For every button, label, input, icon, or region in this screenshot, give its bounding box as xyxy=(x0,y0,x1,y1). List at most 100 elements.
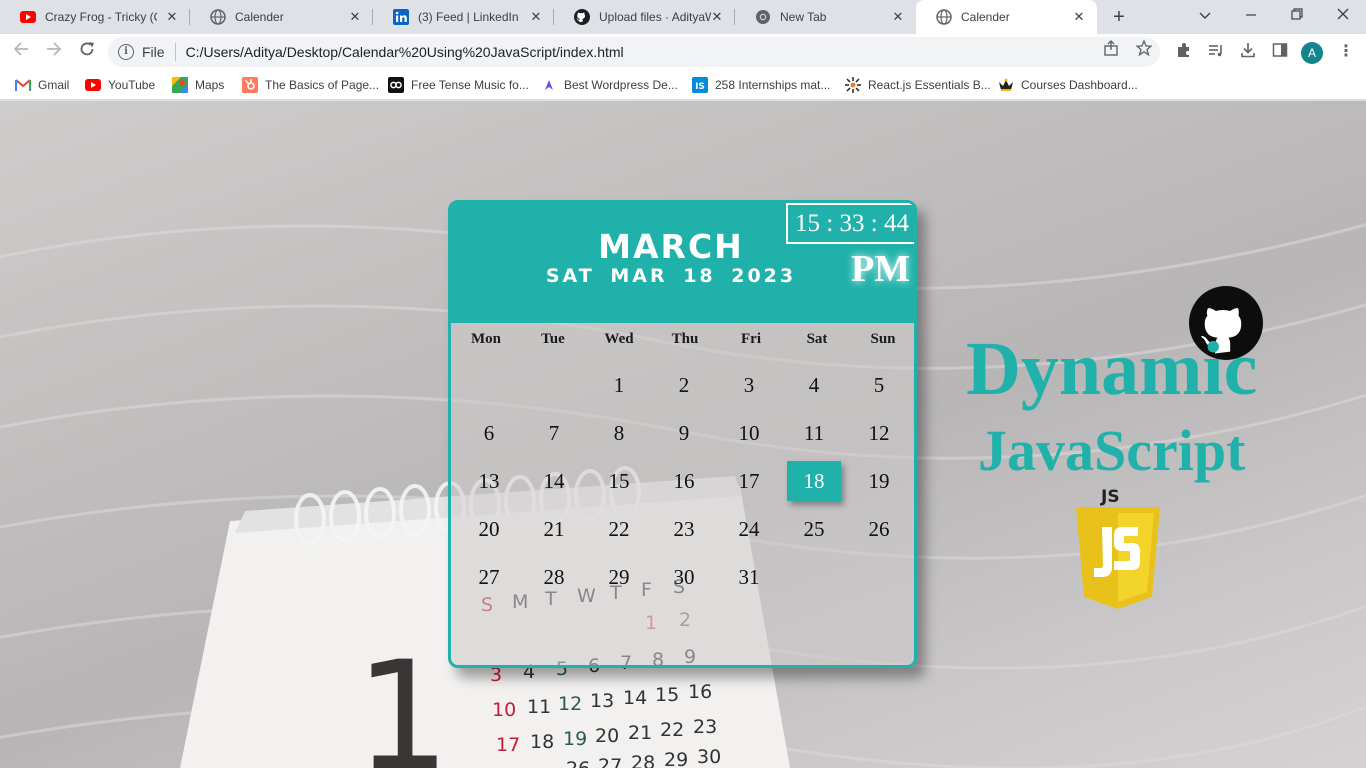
bookmark-wordpress[interactable]: Best Wordpress De... xyxy=(541,76,678,94)
svg-text:11: 11 xyxy=(527,696,551,718)
bookmark-courses-dashboard[interactable]: Courses Dashboard... xyxy=(998,76,1138,94)
tab-calender[interactable]: Calender ✕ xyxy=(190,0,373,34)
bookmarks-bar: Gmail YouTube Maps The Basics of Page...… xyxy=(0,70,1366,100)
svg-text:17: 17 xyxy=(496,734,520,756)
address-bar[interactable]: i File C:/Users/Aditya/Desktop/Calendar%… xyxy=(108,37,1160,67)
bookmark-internships[interactable]: IS 258 Internships mat... xyxy=(692,76,830,94)
tab-crazy-frog[interactable]: Crazy Frog - Tricky (Of ✕ xyxy=(0,0,190,34)
day-cell[interactable]: 28 xyxy=(527,557,581,597)
react-icon xyxy=(845,77,861,93)
day-cell[interactable]: 14 xyxy=(527,461,581,501)
media-control-icon[interactable] xyxy=(1206,42,1226,62)
close-icon[interactable]: ✕ xyxy=(164,9,180,25)
share-icon[interactable] xyxy=(1102,40,1120,58)
internshala-icon: IS xyxy=(692,77,708,93)
github-icon xyxy=(574,9,590,25)
close-window-button[interactable] xyxy=(1320,0,1366,30)
svg-text:26: 26 xyxy=(566,758,590,768)
day-cell[interactable]: 11 xyxy=(787,413,841,453)
day-cell[interactable]: 7 xyxy=(527,413,581,453)
day-cell[interactable]: 26 xyxy=(852,509,906,549)
tab-calender-active[interactable]: Calender ✕ xyxy=(916,0,1097,34)
tab-github-upload[interactable]: Upload files · AdityaW ✕ xyxy=(554,0,735,34)
close-icon[interactable]: ✕ xyxy=(528,9,544,25)
day-cell[interactable]: 23 xyxy=(657,509,711,549)
bookmark-free-tense-music[interactable]: Free Tense Music fo... xyxy=(388,76,529,94)
day-cell[interactable]: 22 xyxy=(592,509,646,549)
restore-icon xyxy=(1291,8,1303,20)
day-cell[interactable]: 24 xyxy=(722,509,776,549)
svg-text:27: 27 xyxy=(598,755,622,768)
tab-search-button[interactable] xyxy=(1182,0,1228,30)
close-icon[interactable]: ✕ xyxy=(1071,9,1087,25)
svg-text:29: 29 xyxy=(664,749,688,768)
day-cell[interactable]: 5 xyxy=(852,365,906,405)
bookmark-label: Maps xyxy=(195,78,225,92)
new-tab-button[interactable]: + xyxy=(1108,6,1130,28)
close-icon xyxy=(1337,8,1349,20)
side-panel-icon[interactable] xyxy=(1270,42,1290,62)
info-icon[interactable]: i xyxy=(118,44,134,60)
restore-button[interactable] xyxy=(1274,0,1320,30)
day-cell[interactable]: 27 xyxy=(462,557,516,597)
arrow-left-icon xyxy=(13,42,28,56)
tab-linkedin[interactable]: (3) Feed | LinkedIn ✕ xyxy=(373,0,554,34)
day-cell[interactable]: 20 xyxy=(462,509,516,549)
day-cell[interactable]: 8 xyxy=(592,413,646,453)
youtube-icon xyxy=(20,9,36,25)
day-cell[interactable]: 19 xyxy=(852,461,906,501)
forward-button[interactable] xyxy=(42,40,66,64)
chrome-icon xyxy=(755,9,771,25)
svg-text:20: 20 xyxy=(595,725,619,747)
bookmark-react-essentials[interactable]: React.js Essentials B... xyxy=(845,76,991,94)
days-grid: 1 2 3 4 5 6 7 8 9 10 11 12 13 14 15 16 17 18 19 20 21 22 23 24 2… xyxy=(451,203,914,665)
close-icon[interactable]: ✕ xyxy=(347,9,363,25)
close-icon[interactable]: ✕ xyxy=(709,9,725,25)
svg-text:16: 16 xyxy=(688,681,712,703)
tab-new-tab[interactable]: New Tab ✕ xyxy=(735,0,916,34)
close-icon[interactable]: ✕ xyxy=(890,9,906,25)
day-cell[interactable]: 31 xyxy=(722,557,776,597)
day-cell[interactable]: 15 xyxy=(592,461,646,501)
svg-text:22: 22 xyxy=(660,719,684,741)
bookmark-label: Free Tense Music fo... xyxy=(411,78,529,92)
tab-title: Calender xyxy=(961,10,1010,24)
day-cell[interactable]: 4 xyxy=(787,365,841,405)
download-icon[interactable] xyxy=(1238,42,1258,62)
day-cell[interactable]: 21 xyxy=(527,509,581,549)
extensions-icon[interactable] xyxy=(1174,42,1194,62)
day-cell[interactable]: 1 xyxy=(592,365,646,405)
wordpress-icon xyxy=(541,77,557,93)
day-cell[interactable]: 6 xyxy=(462,413,516,453)
url-text[interactable]: C:/Users/Aditya/Desktop/Calendar%20Using… xyxy=(186,44,624,60)
day-cell[interactable]: 13 xyxy=(462,461,516,501)
bookmark-youtube[interactable]: YouTube xyxy=(85,76,155,94)
svg-text:28: 28 xyxy=(631,752,655,768)
day-cell[interactable]: 3 xyxy=(722,365,776,405)
day-cell[interactable]: 12 xyxy=(852,413,906,453)
bookmark-label: The Basics of Page... xyxy=(265,78,380,92)
menu-kebab-icon[interactable]: ⋮ xyxy=(1338,42,1354,62)
profile-avatar[interactable]: A xyxy=(1301,42,1323,64)
day-cell[interactable]: 17 xyxy=(722,461,776,501)
day-cell[interactable]: 25 xyxy=(787,509,841,549)
minimize-button[interactable] xyxy=(1228,0,1274,30)
day-cell[interactable]: 30 xyxy=(657,557,711,597)
bookmark-label: Best Wordpress De... xyxy=(564,78,678,92)
day-cell[interactable]: 9 xyxy=(657,413,711,453)
day-cell[interactable]: 16 xyxy=(657,461,711,501)
browser-toolbar: i File C:/Users/Aditya/Desktop/Calendar%… xyxy=(0,34,1366,70)
day-cell[interactable]: 10 xyxy=(722,413,776,453)
svg-text:30: 30 xyxy=(697,746,721,768)
reload-button[interactable] xyxy=(75,40,99,64)
day-cell[interactable]: 2 xyxy=(657,365,711,405)
bookmark-hubspot[interactable]: The Basics of Page... xyxy=(242,76,379,94)
back-button[interactable] xyxy=(9,40,33,64)
day-cell[interactable]: 29 xyxy=(592,557,646,597)
bookmark-gmail[interactable]: Gmail xyxy=(15,76,69,94)
day-cell-today[interactable]: 18 xyxy=(787,461,841,501)
bookmark-maps[interactable]: Maps xyxy=(172,76,224,94)
page-viewport: 1 S M T W T F S 1 2 3 4 5 6 7 8 9 10 11 … xyxy=(0,101,1366,768)
bookmark-star-icon[interactable] xyxy=(1135,39,1153,58)
svg-text:13: 13 xyxy=(590,690,614,712)
